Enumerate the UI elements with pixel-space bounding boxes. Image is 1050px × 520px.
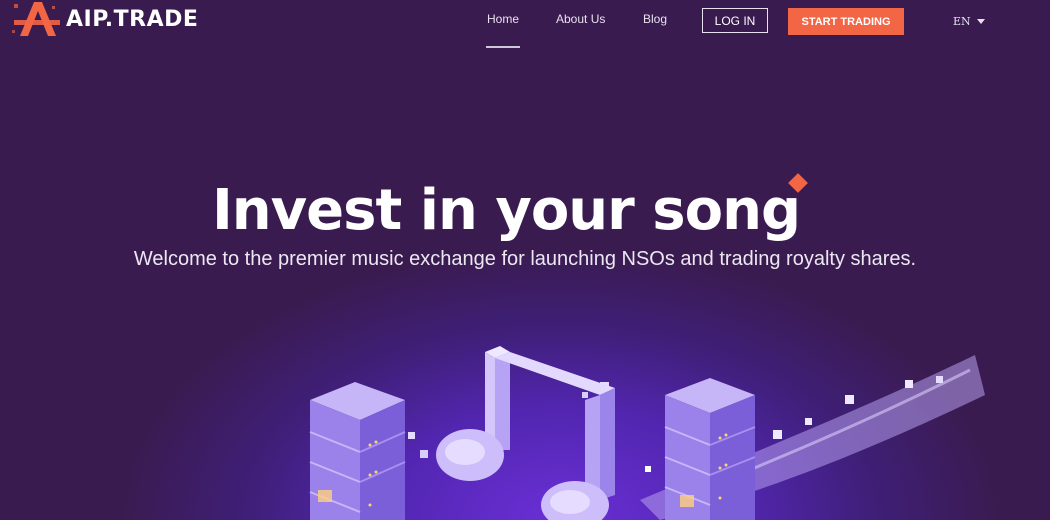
music-note-servers-illustration	[309, 346, 985, 520]
aip-logo-icon	[12, 2, 60, 36]
hero-subtitle: Welcome to the premier music exchange fo…	[133, 248, 917, 270]
language-label: EN	[953, 15, 971, 28]
top-navbar: AIP.TRADE Home About Us Blog LOG IN STAR…	[0, 0, 1050, 50]
landing-page: AIP.TRADE Home About Us Blog LOG IN STAR…	[0, 0, 1050, 520]
chevron-down-icon	[976, 19, 985, 24]
nav-active-indicator	[486, 46, 520, 48]
language-selector[interactable]: EN	[953, 15, 985, 28]
start-trading-button[interactable]: START TRADING	[788, 8, 904, 35]
brand-name: AIP.TRADE	[66, 6, 199, 32]
nav-blog-link[interactable]: Blog	[643, 12, 667, 26]
brand-logo[interactable]: AIP.TRADE	[12, 0, 198, 38]
login-button[interactable]: LOG IN	[702, 8, 768, 33]
nav-home-link[interactable]: Home	[487, 12, 519, 26]
nav-about-link[interactable]: About Us	[556, 12, 605, 26]
hero-title: Invest in your song	[211, 177, 801, 243]
